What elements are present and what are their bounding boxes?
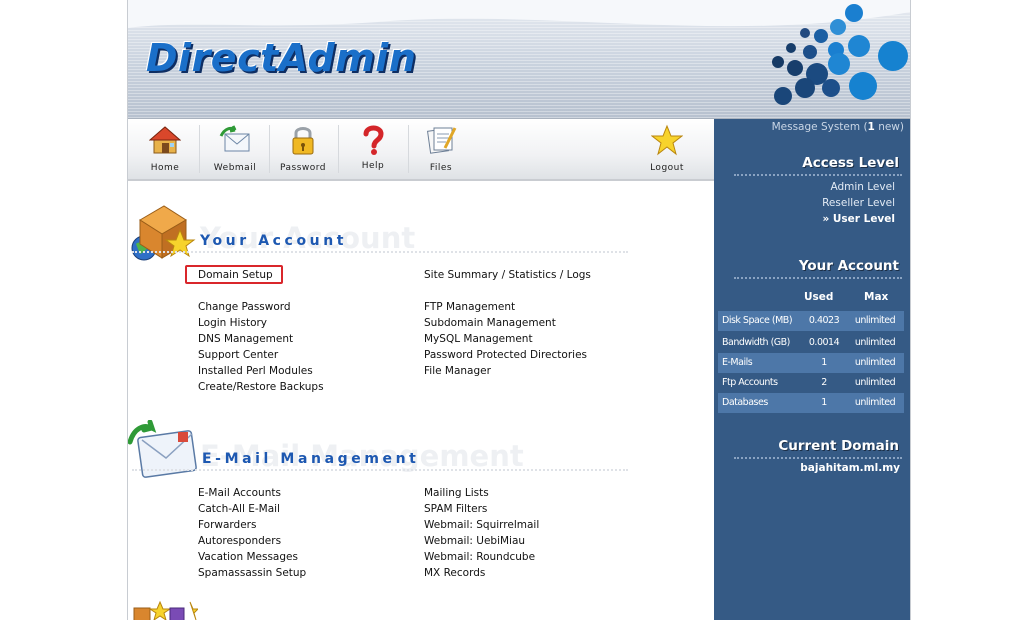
star-icon bbox=[651, 124, 683, 156]
toolbar-logout[interactable]: Logout bbox=[632, 119, 702, 179]
stat-name: Ftp Accounts bbox=[722, 377, 778, 388]
user-level-link[interactable]: » User Level bbox=[822, 213, 895, 225]
toolbar-password-label: Password bbox=[279, 163, 327, 173]
stat-name: Disk Space (MB) bbox=[722, 315, 793, 326]
padlock-icon bbox=[292, 127, 314, 155]
email-section-icon bbox=[128, 420, 197, 478]
table-row: Databases 1 unlimited bbox=[718, 393, 904, 413]
stats-used-header: Used bbox=[804, 291, 834, 303]
message-system-link[interactable]: Message System (1 new) bbox=[772, 121, 904, 133]
access-level-title: Access Level bbox=[802, 155, 899, 171]
stat-used: 2 bbox=[821, 377, 827, 388]
stat-name: E-Mails bbox=[722, 357, 753, 368]
protected-directories-link[interactable]: Password Protected Directories bbox=[424, 349, 587, 361]
squirrelmail-link[interactable]: Webmail: Squirrelmail bbox=[424, 519, 539, 531]
files-icon bbox=[426, 127, 457, 154]
site-summary-link[interactable]: Site Summary / Statistics / Logs bbox=[424, 269, 591, 281]
vacation-messages-link[interactable]: Vacation Messages bbox=[198, 551, 298, 563]
current-domain-title: Current Domain bbox=[778, 438, 899, 454]
email-section-title: E-Mail Management bbox=[202, 451, 420, 467]
change-password-link[interactable]: Change Password bbox=[198, 301, 291, 313]
reseller-level-link[interactable]: Reseller Level bbox=[822, 197, 895, 209]
file-manager-link[interactable]: File Manager bbox=[424, 365, 491, 377]
toolbar-help[interactable]: Help bbox=[338, 119, 408, 179]
roundcube-link[interactable]: Webmail: Roundcube bbox=[424, 551, 535, 563]
stat-used: 1 bbox=[821, 357, 827, 368]
account-section-title: Your Account bbox=[200, 233, 348, 249]
subdomain-management-link[interactable]: Subdomain Management bbox=[424, 317, 556, 329]
toolbar-webmail-label: Webmail bbox=[213, 163, 257, 173]
toolbar-home-label: Home bbox=[150, 163, 180, 173]
table-row: Ftp Accounts 2 unlimited bbox=[718, 373, 904, 393]
spamassassin-setup-link[interactable]: Spamassassin Setup bbox=[198, 567, 306, 579]
backups-link[interactable]: Create/Restore Backups bbox=[198, 381, 324, 393]
section-dotted-rule bbox=[132, 469, 628, 471]
main-toolbar: Home Webmail Password Help Files Logout bbox=[128, 119, 714, 181]
stat-max: unlimited bbox=[854, 357, 896, 368]
sidebar-divider bbox=[734, 174, 902, 176]
email-accounts-link[interactable]: E-Mail Accounts bbox=[198, 487, 281, 499]
stat-max: unlimited bbox=[854, 315, 896, 326]
mailing-lists-link[interactable]: Mailing Lists bbox=[424, 487, 489, 499]
toolbar-help-label: Help bbox=[361, 161, 385, 171]
spam-filters-link[interactable]: SPAM Filters bbox=[424, 503, 487, 515]
dns-management-link[interactable]: DNS Management bbox=[198, 333, 293, 345]
forwarders-link[interactable]: Forwarders bbox=[198, 519, 256, 531]
mx-records-link[interactable]: MX Records bbox=[424, 567, 485, 579]
table-row: Bandwidth (GB) 0.0014 unlimited bbox=[718, 333, 904, 353]
support-center-link[interactable]: Support Center bbox=[198, 349, 278, 361]
toolbar-password[interactable]: Password bbox=[268, 119, 338, 179]
stat-name: Databases bbox=[722, 397, 768, 408]
stat-max: unlimited bbox=[854, 377, 896, 388]
toolbar-files-label: Files bbox=[429, 163, 453, 173]
message-system-text: Message System ( bbox=[771, 121, 868, 133]
account-section-icon bbox=[131, 205, 196, 261]
page-frame: DirectAdmin Home Webmail Password Help F… bbox=[127, 0, 911, 620]
sidebar-divider bbox=[734, 457, 902, 459]
table-row: Disk Space (MB) 0.4023 unlimited bbox=[718, 311, 904, 331]
admin-level-link[interactable]: Admin Level bbox=[830, 181, 895, 193]
table-row: E-Mails 1 unlimited bbox=[718, 353, 904, 373]
domain-setup-link[interactable]: Domain Setup bbox=[198, 269, 273, 281]
sidebar-divider bbox=[734, 277, 902, 279]
webmail-icon bbox=[219, 125, 250, 152]
uebimiau-link[interactable]: Webmail: UebiMiau bbox=[424, 535, 525, 547]
stat-max: unlimited bbox=[854, 397, 896, 408]
question-icon bbox=[363, 125, 384, 155]
stat-used: 0.0014 bbox=[808, 337, 840, 348]
stat-max: unlimited bbox=[854, 337, 896, 348]
directadmin-logo[interactable]: DirectAdmin bbox=[146, 36, 416, 80]
right-sidebar: Message System (1 new) Access Level Admi… bbox=[714, 119, 910, 620]
toolbar-home[interactable]: Home bbox=[130, 119, 200, 179]
home-icon bbox=[149, 126, 181, 154]
perl-modules-link[interactable]: Installed Perl Modules bbox=[198, 365, 313, 377]
section-dotted-rule bbox=[132, 251, 628, 253]
autoresponders-link[interactable]: Autoresponders bbox=[198, 535, 281, 547]
ftp-management-link[interactable]: FTP Management bbox=[424, 301, 515, 313]
stat-used: 1 bbox=[821, 397, 827, 408]
toolbar-files[interactable]: Files bbox=[406, 119, 476, 179]
message-system-suffix: new) bbox=[874, 121, 904, 133]
advanced-section-icon bbox=[133, 600, 198, 620]
your-account-title: Your Account bbox=[798, 258, 899, 274]
stat-name: Bandwidth (GB) bbox=[722, 337, 790, 348]
stats-max-header: Max bbox=[864, 291, 889, 303]
mysql-management-link[interactable]: MySQL Management bbox=[424, 333, 533, 345]
logo-bubbles-icon bbox=[772, 4, 908, 105]
current-domain-value: bajahitam.ml.my bbox=[800, 462, 900, 474]
catch-all-email-link[interactable]: Catch-All E-Mail bbox=[198, 503, 280, 515]
stat-used: 0.4023 bbox=[808, 315, 840, 326]
header-banner: DirectAdmin bbox=[128, 0, 910, 119]
toolbar-logout-label: Logout bbox=[650, 163, 684, 173]
toolbar-webmail[interactable]: Webmail bbox=[200, 119, 270, 179]
message-count: 1 bbox=[867, 121, 875, 133]
login-history-link[interactable]: Login History bbox=[198, 317, 267, 329]
